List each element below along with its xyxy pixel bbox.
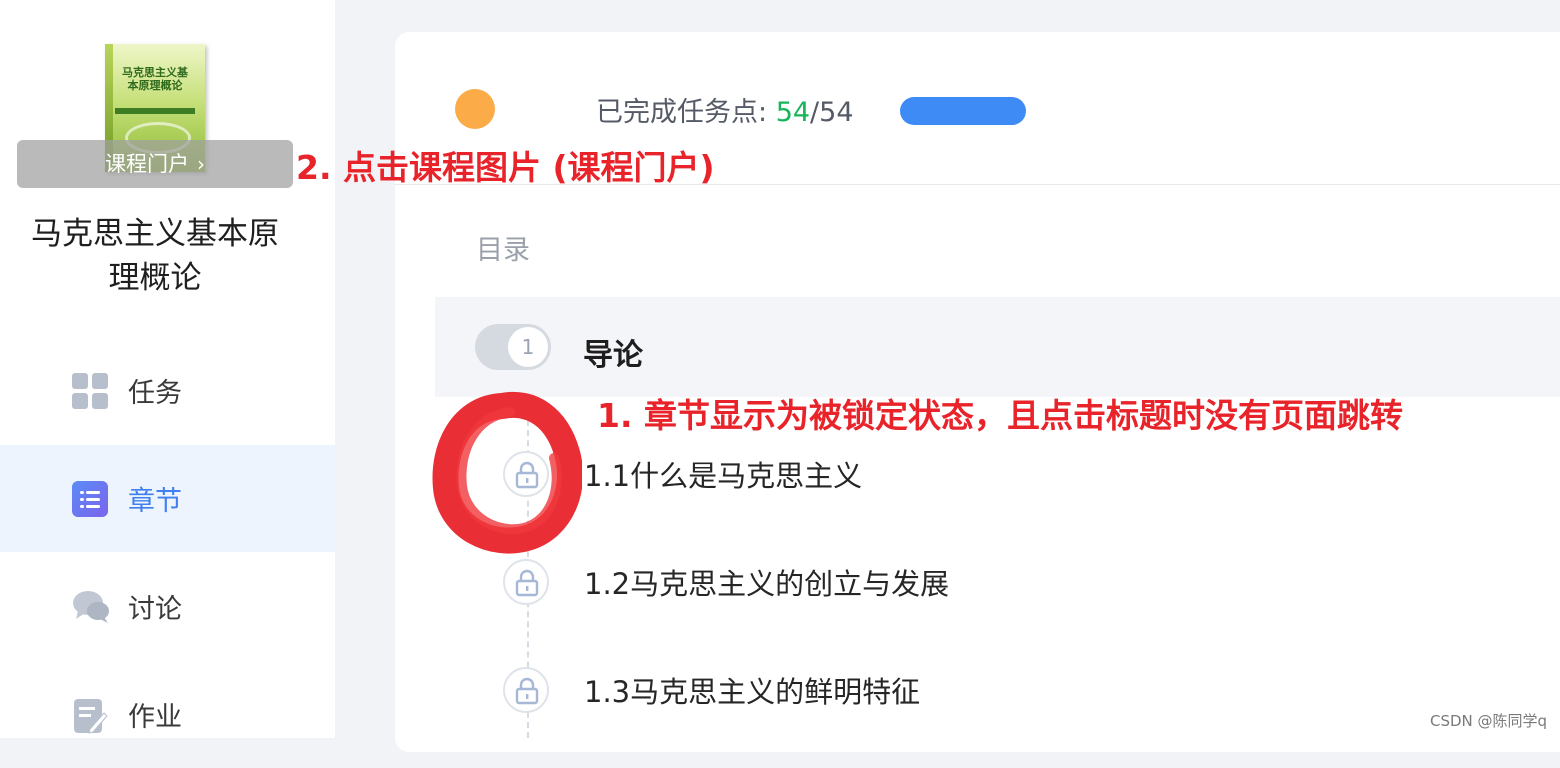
chevron-right-icon: › (197, 152, 205, 176)
sidebar-item-chapters[interactable]: 章节 (0, 445, 335, 552)
progress-bar (900, 97, 1026, 125)
sidebar: 马克思主义基本原理概论 课程门户 › 马克思主义基本原理概论 任务 章节 讨论 … (0, 0, 335, 738)
watermark: CSDN @陈同学q (1430, 712, 1548, 730)
sidebar-item-label: 讨论 (128, 594, 182, 625)
sidebar-item-homework[interactable]: 作业 (0, 661, 335, 768)
task-progress-separator: / (810, 97, 820, 128)
sidebar-item-label: 章节 (128, 486, 182, 517)
section-item[interactable]: 1.2马克思主义的创立与发展 (503, 559, 1503, 609)
red-circle-annotation (432, 391, 582, 554)
course-title-text: 马克思主义基本原理概论 (31, 216, 279, 296)
chapter-number: 1 (508, 327, 548, 367)
section-item[interactable]: 1.3马克思主义的鲜明特征 (503, 667, 1503, 717)
course-portal-button[interactable]: 课程门户 › (17, 140, 293, 188)
grid-icon (72, 372, 108, 409)
section-item[interactable]: 1.1什么是马克思主义 (503, 451, 1503, 501)
book-cover-title: 马克思主义基本原理概论 (122, 66, 188, 92)
chat-bubbles-icon (72, 589, 109, 625)
task-progress: 已完成任务点: 54/54 (596, 90, 854, 129)
sidebar-item-tasks[interactable]: 任务 (0, 337, 335, 444)
section-title[interactable]: 1.3马克思主义的鲜明特征 (584, 669, 920, 711)
course-cover[interactable]: 马克思主义基本原理概论 课程门户 › (17, 30, 293, 188)
course-title: 马克思主义基本原理概论 (0, 212, 310, 300)
edit-note-icon (72, 697, 108, 734)
task-progress-total: 54 (819, 97, 854, 128)
annotation-note-1: 1. 章节显示为被锁定状态，且点击标题时没有页面跳转 (597, 396, 1403, 435)
section-title[interactable]: 1.1什么是马克思主义 (584, 453, 862, 495)
book-band (115, 108, 195, 114)
toc-heading: 目录 (476, 235, 530, 266)
task-progress-label: 已完成任务点: (596, 97, 776, 128)
sidebar-item-label: 作业 (128, 702, 182, 733)
lock-icon (503, 559, 549, 605)
section-title[interactable]: 1.2马克思主义的创立与发展 (584, 561, 949, 603)
sidebar-item-discussion[interactable]: 讨论 (0, 553, 335, 660)
course-portal-label: 课程门户 (105, 152, 189, 176)
lock-icon (503, 667, 549, 713)
annotation-note-2: 2. 点击课程图片 (课程门户) (296, 148, 715, 187)
chapter-number-badge: 1 (475, 324, 551, 370)
task-progress-done: 54 (775, 97, 811, 128)
status-dot (455, 89, 495, 129)
list-icon (72, 480, 108, 517)
sidebar-item-label: 任务 (128, 378, 182, 409)
chapter-title[interactable]: 导论 (583, 330, 643, 374)
